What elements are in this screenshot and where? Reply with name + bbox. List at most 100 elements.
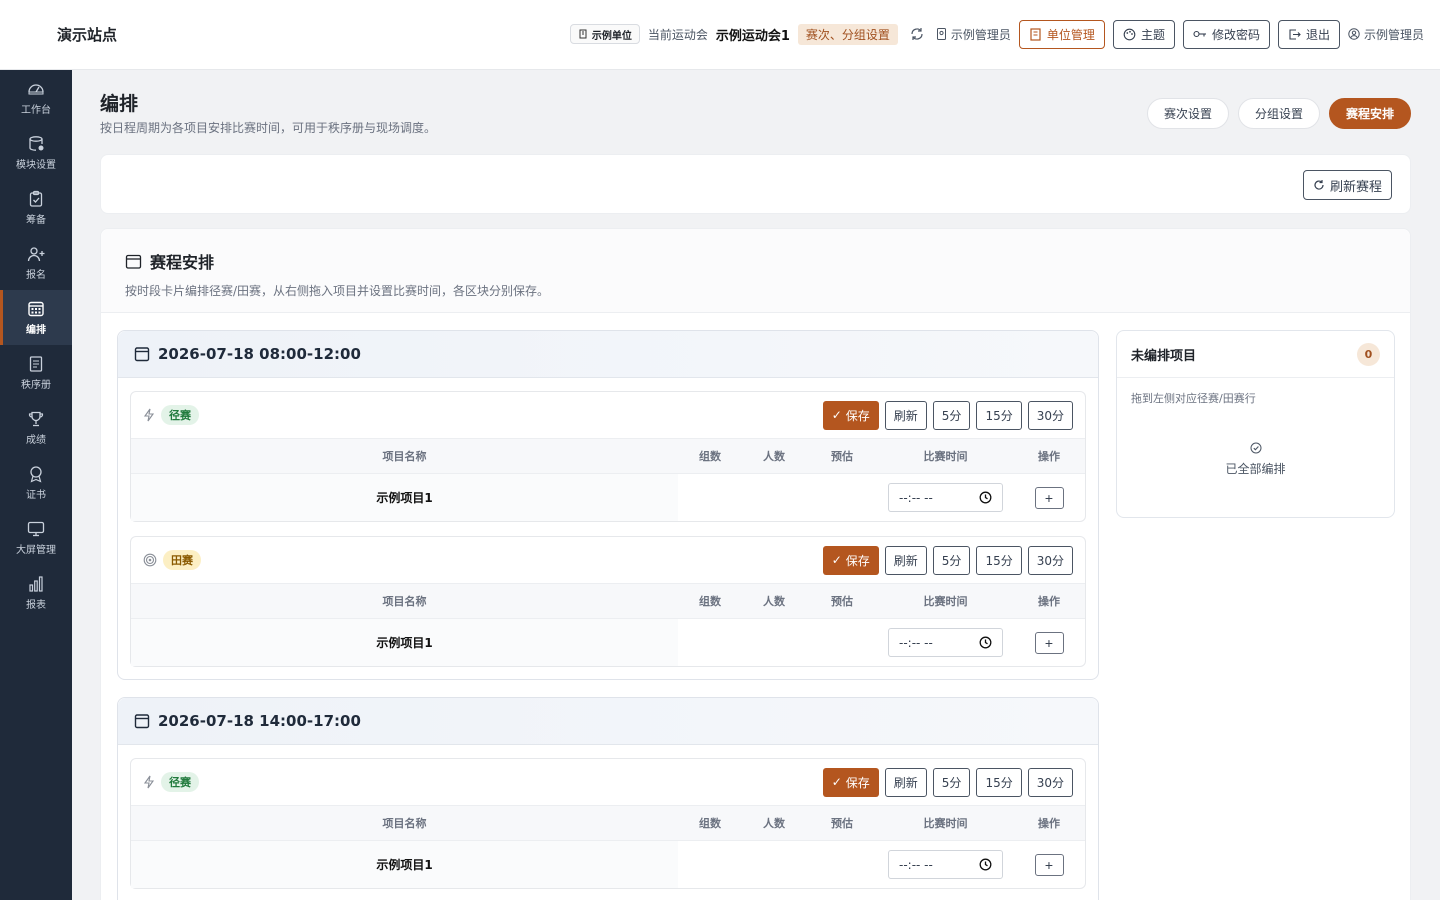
sidebar-item-arrange[interactable]: 编排 [0, 290, 72, 345]
user-plus-icon [27, 246, 45, 261]
table-row[interactable]: 示例项目1 --:-- -- + [131, 619, 1085, 666]
save-button[interactable]: ✓ 保存 [822, 400, 879, 430]
unit-badge[interactable]: 示例单位 [569, 24, 640, 44]
time-input[interactable]: --:-- -- [888, 483, 1003, 512]
interval-15-button[interactable]: 15分 [976, 545, 1022, 575]
current-meet-label: 当前运动会 [647, 27, 708, 42]
id-badge-icon [936, 28, 946, 40]
interval-15-button[interactable]: 15分 [976, 400, 1022, 430]
sidebar-item-program-book[interactable]: 秩序册 [0, 345, 72, 400]
trophy-icon [28, 411, 44, 426]
save-label: 保存 [845, 775, 870, 790]
schedule-title-text: 赛程安排 [150, 253, 215, 272]
meet-settings-tag[interactable]: 赛次、分组设置 [797, 23, 898, 45]
block-actions: ✓ 保存 刷新 5分 15分 30分 [822, 400, 1073, 430]
sidebar: 工作台 模块设置 筹备 报名 编排 秩序册 成绩 证书 大屏管理 报表 [0, 70, 72, 900]
admin-role: 示例管理员 [936, 26, 1011, 43]
add-button[interactable]: + [1034, 853, 1064, 876]
save-button[interactable]: ✓ 保存 [822, 545, 879, 575]
col-actions: 操作 [1038, 595, 1060, 608]
period-card: 2026-07-18 08:00-12:00 径赛 ✓ 保存 刷新 5分 15分 … [117, 330, 1099, 680]
monitor-icon [27, 521, 45, 536]
interval-15-button[interactable]: 15分 [976, 767, 1022, 797]
table-row[interactable]: 示例项目1 --:-- -- + [131, 474, 1085, 521]
field-tag: 田赛 [163, 550, 201, 570]
interval-30-button[interactable]: 30分 [1027, 545, 1073, 575]
tab-group-settings[interactable]: 分组设置 [1237, 98, 1320, 129]
sidebar-item-dashboard[interactable]: 工作台 [0, 70, 72, 125]
page-title: 编排 [100, 93, 139, 115]
unit-management-button[interactable]: 单位管理 [1018, 19, 1105, 49]
check-icon: ✓ [831, 553, 842, 567]
sync-icon[interactable] [910, 27, 924, 41]
refresh-button[interactable]: 刷新 [884, 545, 927, 575]
tab-round-settings[interactable]: 赛次设置 [1146, 98, 1229, 129]
interval-5-button[interactable]: 5分 [932, 545, 971, 575]
col-people: 人数 [763, 450, 785, 463]
interval-5-button[interactable]: 5分 [932, 767, 971, 797]
change-password-button[interactable]: 修改密码 [1182, 19, 1270, 49]
plus-icon: + [1044, 489, 1054, 506]
col-estimate: 预估 [831, 450, 853, 463]
refresh-icon [1314, 180, 1324, 190]
unscheduled-panel: 未编排项目 0 拖到左侧对应径赛/田赛行 已全部编排 [1116, 330, 1395, 518]
interval-5-button[interactable]: 5分 [932, 400, 971, 430]
plus-icon: + [1044, 634, 1054, 651]
event-name: 示例项目1 [131, 474, 678, 521]
field-block: 田赛 ✓ 保存 刷新 5分 15分 30分 项目名称 组数 人数 预估 比赛时间 … [130, 536, 1086, 667]
sidebar-item-label: 工作台 [21, 104, 51, 116]
plus-icon: + [1044, 856, 1054, 873]
clock-icon [979, 636, 992, 649]
sidebar-item-reports[interactable]: 报表 [0, 565, 72, 620]
book-icon [29, 355, 43, 372]
sidebar-item-register[interactable]: 报名 [0, 235, 72, 290]
save-button[interactable]: ✓ 保存 [822, 767, 879, 797]
event-name: 示例项目1 [131, 841, 678, 888]
add-button[interactable]: + [1034, 486, 1064, 509]
refresh-button[interactable]: 刷新 [884, 767, 927, 797]
col-name: 项目名称 [382, 817, 427, 830]
interval-30-button[interactable]: 30分 [1027, 400, 1073, 430]
sidebar-item-prepare[interactable]: 筹备 [0, 180, 72, 235]
refresh-schedule-label: 刷新赛程 [1329, 179, 1382, 195]
tab-schedule[interactable]: 赛程安排 [1328, 98, 1411, 129]
track-block: 径赛 ✓ 保存 刷新 5分 15分 30分 项目名称 组数 人数 预估 比赛时间 … [130, 391, 1086, 522]
col-estimate: 预估 [831, 817, 853, 830]
current-meet-name[interactable]: 示例运动会1 [716, 25, 790, 44]
period-header: 2026-07-18 08:00-12:00 [118, 331, 1098, 378]
interval-30-button[interactable]: 30分 [1027, 767, 1073, 797]
sidebar-item-label: 编排 [26, 324, 46, 336]
table-row[interactable]: 示例项目1 --:-- -- + [131, 841, 1085, 888]
sidebar-item-modules[interactable]: 模块设置 [0, 125, 72, 180]
sidebar-item-screen[interactable]: 大屏管理 [0, 510, 72, 565]
user-menu[interactable]: 示例管理员 [1348, 26, 1424, 43]
add-button[interactable]: + [1034, 631, 1064, 654]
all-scheduled-state: 已全部编排 [1117, 442, 1394, 477]
building-icon [1030, 27, 1041, 41]
check-circle-icon [1250, 442, 1261, 454]
sidebar-item-certificate[interactable]: 证书 [0, 455, 72, 510]
page-tabs: 赛次设置 分组设置 赛程安排 [1146, 98, 1411, 129]
site-brand[interactable]: 演示站点 [57, 24, 117, 45]
calendar-icon [134, 714, 150, 729]
sidebar-item-results[interactable]: 成绩 [0, 400, 72, 455]
refresh-button[interactable]: 刷新 [884, 400, 927, 430]
save-label: 保存 [845, 408, 870, 423]
header-actions: 示例单位 当前运动会 示例运动会1 赛次、分组设置 示例管理员 单位管理 主题 … [569, 19, 1424, 49]
time-input[interactable]: --:-- -- [888, 628, 1003, 657]
clipboard-icon [29, 190, 43, 207]
time-placeholder: --:-- -- [899, 857, 933, 872]
block-header: 径赛 ✓ 保存 刷新 5分 15分 30分 [131, 392, 1085, 439]
time-input[interactable]: --:-- -- [888, 850, 1003, 879]
theme-button[interactable]: 主题 [1112, 19, 1175, 49]
sidebar-item-label: 成绩 [26, 434, 46, 446]
col-people: 人数 [763, 595, 785, 608]
refresh-schedule-button[interactable]: 刷新赛程 [1302, 170, 1392, 200]
user-circle-icon [1348, 28, 1360, 40]
unscheduled-header: 未编排项目 0 [1117, 331, 1394, 378]
logout-button[interactable]: 退出 [1277, 19, 1340, 49]
building-icon [579, 29, 587, 39]
save-label: 保存 [845, 553, 870, 568]
sidebar-item-label: 筹备 [26, 214, 46, 226]
award-icon [30, 465, 42, 483]
